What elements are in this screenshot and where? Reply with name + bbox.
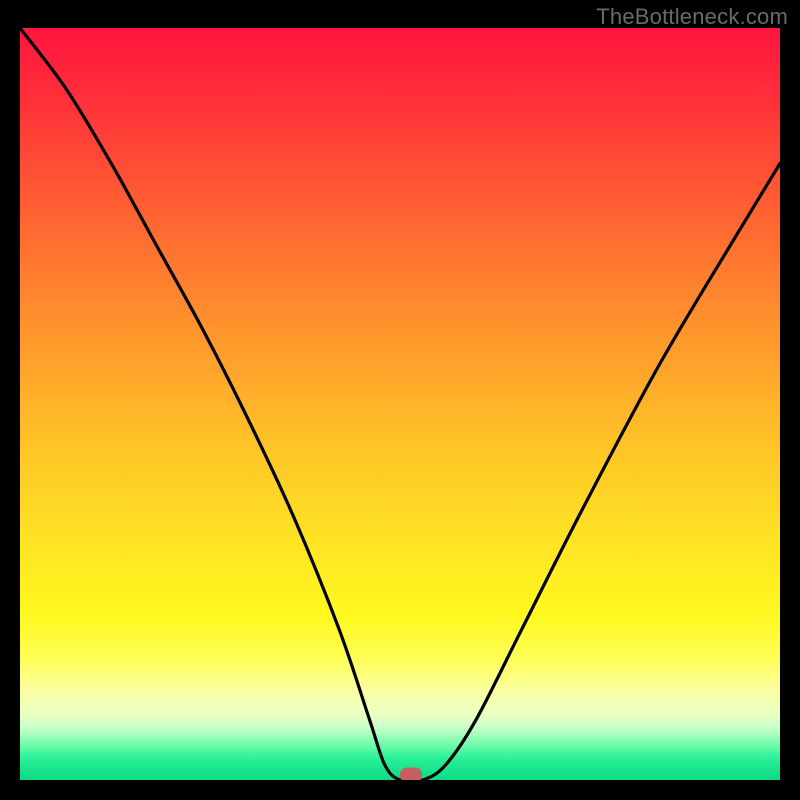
bottleneck-curve	[20, 28, 780, 780]
chart-frame: TheBottleneck.com	[0, 0, 800, 800]
plot-area	[20, 28, 780, 780]
optimal-marker	[400, 768, 422, 780]
watermark-text: TheBottleneck.com	[596, 4, 788, 30]
curve-path	[20, 28, 780, 780]
